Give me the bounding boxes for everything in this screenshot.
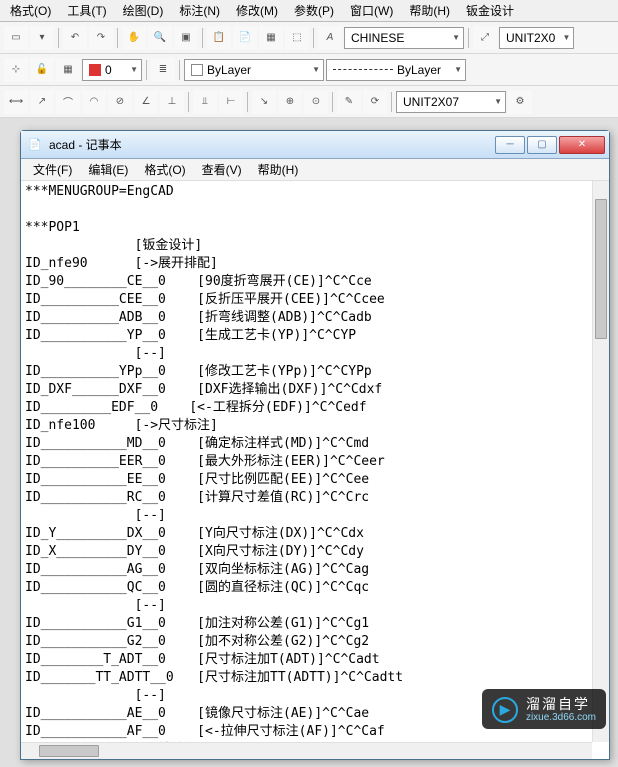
cad-menu-sheetmetal[interactable]: 钣金设计	[458, 0, 522, 22]
cad-toolbar-2: ⊹ 🔓 ▦ 0 ≣ ByLayer ByLayer	[0, 54, 618, 86]
cad-toolbar-1: ▭ ▾ ↶ ↷ ✋ 🔍 ▣ 📋 📄 ▦ ⬚ A CHINESE ⤢ UNIT2X…	[0, 22, 618, 54]
tool-dim-diameter-icon[interactable]: ⊘	[108, 90, 132, 114]
tool-pan-icon[interactable]: ✋	[122, 26, 146, 50]
tool-select-icon[interactable]: ▣	[174, 26, 198, 50]
unit-combo-a[interactable]: UNIT2X0	[499, 27, 574, 49]
color-swatch-icon	[89, 64, 101, 76]
notepad-window: 📄 acad - 记事本 ─ ▢ ✕ 文件(F) 编辑(E) 格式(O) 查看(…	[20, 130, 610, 760]
tool-dim-aligned-icon[interactable]: ↗	[30, 90, 54, 114]
minimize-button[interactable]: ─	[495, 136, 525, 154]
tool-center-icon[interactable]: ⊙	[304, 90, 328, 114]
cad-menu-param[interactable]: 参数(P)	[286, 0, 342, 22]
tool-text-icon[interactable]: A	[318, 26, 342, 50]
tool-dim-linear-icon[interactable]: ⟷	[4, 90, 28, 114]
color-swatch-icon	[191, 64, 203, 76]
bylayer-combo[interactable]: ByLayer	[184, 59, 324, 81]
tool-leader-icon[interactable]: ↘	[252, 90, 276, 114]
tool-lock-icon[interactable]: 🔓	[30, 58, 54, 82]
cad-menu-modify[interactable]: 修改(M)	[228, 0, 286, 22]
tool-redo-icon[interactable]: ↷	[89, 26, 113, 50]
close-button[interactable]: ✕	[559, 136, 605, 154]
maximize-button[interactable]: ▢	[527, 136, 557, 154]
horizontal-scrollbar[interactable]	[21, 742, 592, 759]
cad-menu-help[interactable]: 帮助(H)	[401, 0, 458, 22]
cad-menu-dim[interactable]: 标注(N)	[171, 0, 228, 22]
layer-combo[interactable]: 0	[82, 59, 142, 81]
scroll-thumb-v[interactable]	[595, 199, 607, 339]
tool-zoom-icon[interactable]: 🔍	[148, 26, 172, 50]
notepad-title: acad - 记事本	[49, 136, 495, 153]
watermark-brand: 溜溜自学	[526, 697, 596, 712]
watermark-url: zixue.3d66.com	[526, 712, 596, 723]
tool-dim-radius-icon[interactable]: ◠	[82, 90, 106, 114]
window-controls: ─ ▢ ✕	[495, 136, 609, 154]
tool-dim-continue-icon[interactable]: ⊢	[219, 90, 243, 114]
tool-copy-icon[interactable]: 📋	[207, 26, 231, 50]
np-menu-format[interactable]: 格式(O)	[136, 158, 193, 181]
toolbar-separator	[58, 28, 59, 48]
cad-menu-format[interactable]: 格式(O)	[2, 0, 59, 22]
toolbar-separator	[202, 28, 203, 48]
watermark-logo-icon: ▶	[492, 697, 518, 723]
watermark-badge: ▶ 溜溜自学 zixue.3d66.com	[482, 689, 606, 729]
bylayer-label: ByLayer	[207, 63, 251, 77]
notepad-content-area: ***MENUGROUP=EngCAD ***POP1 [钣金设计] ID_nf…	[21, 181, 609, 759]
notepad-app-icon: 📄	[27, 137, 43, 153]
tool-tolerance-icon[interactable]: ⊕	[278, 90, 302, 114]
cad-menubar: 格式(O) 工具(T) 绘图(D) 标注(N) 修改(M) 参数(P) 窗口(W…	[0, 0, 618, 22]
toolbar-separator	[391, 92, 392, 112]
unit-combo-b[interactable]: UNIT2X07	[396, 91, 506, 113]
tool-dropdown-icon[interactable]: ▾	[30, 26, 54, 50]
tool-rect-icon[interactable]: ▭	[4, 26, 28, 50]
tool-grid-icon[interactable]: ▦	[56, 58, 80, 82]
tool-scale-icon[interactable]: ⤢	[473, 26, 497, 50]
toolbar-separator	[247, 92, 248, 112]
cad-toolbar-3: ⟷ ↗ ⌒ ◠ ⊘ ∠ ⊥ ⫫ ⊢ ↘ ⊕ ⊙ ✎ ⟳ UNIT2X07 ⚙	[0, 86, 618, 118]
bylayer2-label: ByLayer	[397, 63, 441, 77]
tool-dimupdate-icon[interactable]: ⟳	[363, 90, 387, 114]
toolbar-separator	[188, 92, 189, 112]
np-menu-file[interactable]: 文件(F)	[25, 158, 80, 181]
scroll-thumb-h[interactable]	[39, 745, 99, 757]
toolbar-separator	[332, 92, 333, 112]
tool-dim-arc-icon[interactable]: ⌒	[56, 90, 80, 114]
toolbar-separator	[179, 60, 180, 80]
cad-menu-draw[interactable]: 绘图(D)	[115, 0, 172, 22]
np-menu-help[interactable]: 帮助(H)	[250, 158, 307, 181]
watermark-text: 溜溜自学 zixue.3d66.com	[526, 697, 596, 723]
tool-dimstyle-icon[interactable]: ⚙	[508, 90, 532, 114]
tool-layer-icon[interactable]: ▦	[259, 26, 283, 50]
tool-dim-ord-icon[interactable]: ⊥	[160, 90, 184, 114]
tool-misc-icon[interactable]: ⬚	[285, 26, 309, 50]
toolbar-separator	[313, 28, 314, 48]
toolbar-separator	[468, 28, 469, 48]
cad-menu-tools[interactable]: 工具(T)	[59, 0, 114, 22]
toolbar-separator	[117, 28, 118, 48]
notepad-text[interactable]: ***MENUGROUP=EngCAD ***POP1 [钣金设计] ID_nf…	[21, 181, 609, 759]
np-menu-edit[interactable]: 编辑(E)	[80, 158, 136, 181]
font-combo[interactable]: CHINESE	[344, 27, 464, 49]
tool-dim-baseline-icon[interactable]: ⫫	[193, 90, 217, 114]
tool-dim-angle-icon[interactable]: ∠	[134, 90, 158, 114]
np-menu-view[interactable]: 查看(V)	[194, 158, 250, 181]
line-swatch-icon	[333, 69, 393, 70]
cad-menu-window[interactable]: 窗口(W)	[342, 0, 401, 22]
vertical-scrollbar[interactable]	[592, 181, 609, 742]
toolbar-separator	[146, 60, 147, 80]
tool-undo-icon[interactable]: ↶	[63, 26, 87, 50]
notepad-menubar: 文件(F) 编辑(E) 格式(O) 查看(V) 帮助(H)	[21, 159, 609, 181]
notepad-titlebar[interactable]: 📄 acad - 记事本 ─ ▢ ✕	[21, 131, 609, 159]
tool-layerprops-icon[interactable]: ≣	[151, 58, 175, 82]
tool-dimedit-icon[interactable]: ✎	[337, 90, 361, 114]
tool-paste-icon[interactable]: 📄	[233, 26, 257, 50]
linetype-combo[interactable]: ByLayer	[326, 59, 466, 81]
tool-snap-icon[interactable]: ⊹	[4, 58, 28, 82]
